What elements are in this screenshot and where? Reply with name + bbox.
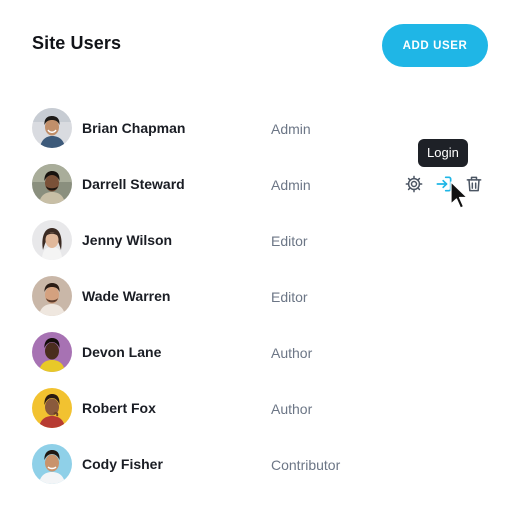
user-name: Devon Lane [82,344,162,360]
mouse-cursor-icon [450,181,470,216]
user-row[interactable]: Jenny Wilson Editor [0,220,520,276]
avatar [32,220,72,260]
avatar [32,164,72,204]
avatar [32,388,72,428]
add-user-button[interactable]: ADD USER [382,24,488,67]
avatar [32,332,72,372]
user-role: Author [271,401,313,417]
user-row[interactable]: Darrell Steward Admin [0,164,520,220]
user-role: Editor [271,289,308,305]
user-name: Jenny Wilson [82,232,173,248]
avatar [32,276,72,316]
user-role: Editor [271,233,308,249]
user-row[interactable]: Robert Fox Author [0,388,520,444]
avatar [32,108,72,148]
user-row[interactable]: Devon Lane Author [0,332,520,388]
avatar [32,444,72,484]
gear-icon[interactable] [402,172,426,196]
user-name: Wade Warren [82,288,171,304]
user-name: Robert Fox [82,400,156,416]
user-name: Cody Fisher [82,456,163,472]
user-row[interactable]: Wade Warren Editor [0,276,520,332]
user-name: Darrell Steward [82,176,185,192]
user-role: Author [271,345,313,361]
login-tooltip: Login [418,139,468,167]
user-name: Brian Chapman [82,120,186,136]
user-role: Admin [271,121,311,137]
page-title: Site Users [32,33,122,53]
site-users-panel: Site Users ADD USER Brian Chapman Admin [0,0,520,520]
user-role: Contributor [271,457,341,473]
user-role: Admin [271,177,311,193]
row-actions [402,172,486,196]
user-row[interactable]: Cody Fisher Contributor [0,444,520,500]
